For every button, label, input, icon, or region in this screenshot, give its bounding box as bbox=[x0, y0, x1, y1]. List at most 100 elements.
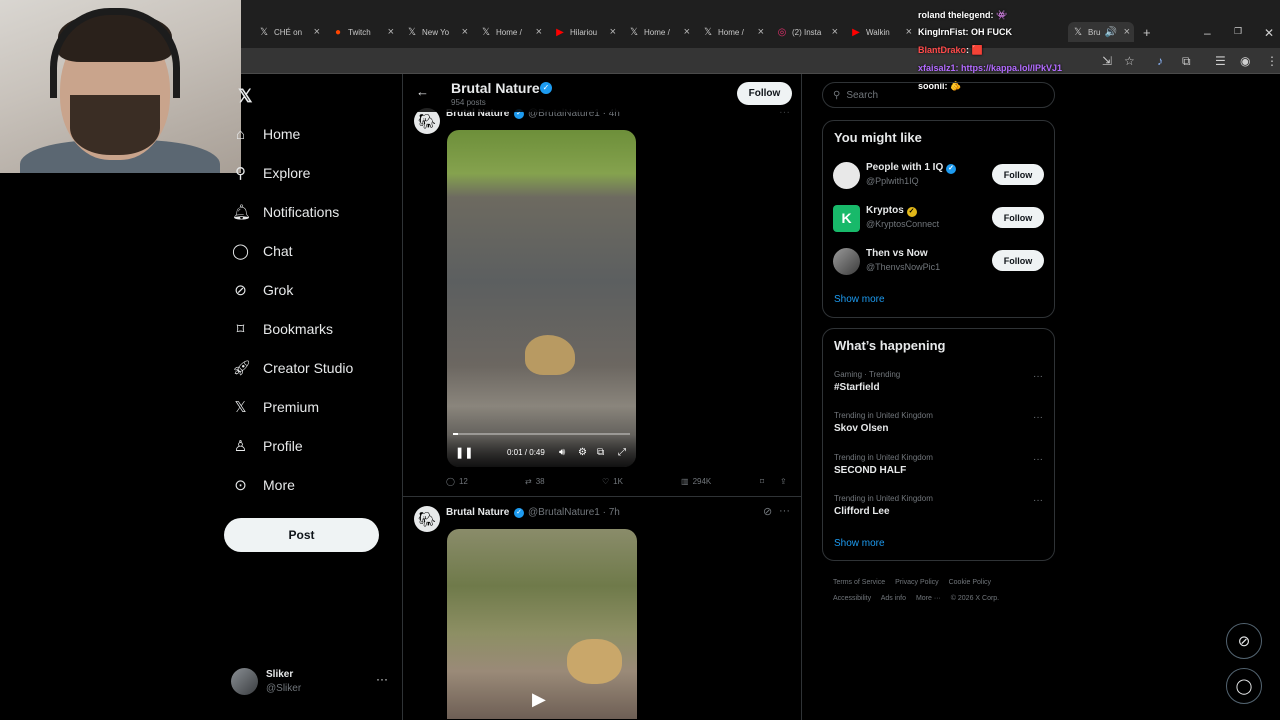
more-icon[interactable]: ··· bbox=[1033, 454, 1043, 465]
follow-button[interactable]: Follow bbox=[737, 82, 792, 105]
pause-icon[interactable]: ❚❚ bbox=[455, 446, 473, 459]
nav-profile[interactable]: ♙ Profile bbox=[232, 434, 303, 458]
tweet-video[interactable]: ❚❚ 0:01 / 0:49 🔊︎ ⚙ ⧉ ⤢ bbox=[447, 130, 636, 467]
show-more-link[interactable]: Show more bbox=[834, 294, 885, 305]
close-icon[interactable]: × bbox=[1124, 26, 1130, 38]
browser-tab-active[interactable]: 𝕏 Bru 🔊 × bbox=[1068, 22, 1134, 42]
volume-icon[interactable]: 🔊︎ bbox=[559, 447, 565, 458]
grok-icon[interactable]: ⊘ bbox=[763, 505, 772, 518]
search-icon: ⚲ bbox=[235, 165, 246, 182]
window-close-icon[interactable]: ✕ bbox=[1264, 26, 1274, 40]
browser-tab[interactable]: 𝕏 Home / × bbox=[628, 22, 690, 42]
footer-link[interactable]: Terms of Service bbox=[833, 579, 885, 586]
nav-chat[interactable]: ◯ Chat bbox=[232, 239, 292, 263]
reddit-icon: ● bbox=[334, 26, 342, 38]
bookmark-icon[interactable]: ⌑ bbox=[760, 477, 764, 486]
restore-icon[interactable]: ❐ bbox=[1234, 26, 1242, 37]
account-switcher[interactable]: Sliker @Sliker ··· bbox=[231, 668, 391, 696]
avatar[interactable] bbox=[833, 162, 860, 189]
suggestion-name[interactable]: People with 1 IQ ✓ bbox=[866, 162, 957, 174]
browser-tab[interactable]: 𝕏 CHÉ on × bbox=[258, 22, 320, 42]
profile-icon[interactable]: ◉ bbox=[1240, 54, 1250, 68]
browser-tab[interactable]: 𝕏 Home / × bbox=[480, 22, 542, 42]
close-icon[interactable]: × bbox=[388, 26, 394, 38]
post-button[interactable]: Post bbox=[224, 518, 379, 552]
play-icon[interactable]: ▶ bbox=[532, 689, 546, 710]
media-icon[interactable]: ♪ bbox=[1157, 54, 1163, 68]
elephant-avatar-icon[interactable]: 🐘︎ bbox=[414, 506, 440, 532]
browser-tab[interactable]: 𝕏 Home / × bbox=[702, 22, 764, 42]
repost-button[interactable]: ⇄ 38 bbox=[525, 477, 545, 486]
footer-link[interactable]: Accessibility bbox=[833, 595, 871, 602]
footer-link[interactable]: More ··· bbox=[916, 595, 941, 602]
nav-home[interactable]: ⌂ Home bbox=[232, 122, 300, 146]
close-icon[interactable]: × bbox=[906, 26, 912, 38]
footer-link[interactable]: Ads info bbox=[881, 595, 906, 602]
kryptos-logo-icon[interactable]: K bbox=[833, 205, 860, 232]
bell-icon: 🔔︎ bbox=[232, 204, 252, 221]
nav-more[interactable]: ⊙ More bbox=[232, 473, 295, 497]
footer-link[interactable]: Privacy Policy bbox=[895, 579, 939, 586]
video-progress-bar[interactable] bbox=[453, 433, 630, 435]
browser-tab[interactable]: ◎ (2) Insta × bbox=[776, 22, 838, 42]
new-tab-button[interactable]: + bbox=[1143, 22, 1157, 42]
more-icon[interactable]: ··· bbox=[376, 672, 388, 686]
extensions-icon[interactable]: ⧉ bbox=[1182, 54, 1191, 69]
nav-explore[interactable]: ⚲ Explore bbox=[232, 161, 310, 185]
close-icon[interactable]: × bbox=[832, 26, 838, 38]
close-icon[interactable]: × bbox=[684, 26, 690, 38]
nav-bookmarks[interactable]: ⌑ Bookmarks bbox=[232, 317, 333, 341]
you-might-like-card: You might like People with 1 IQ ✓ @Pplwi… bbox=[822, 120, 1055, 318]
back-arrow-icon[interactable]: ← bbox=[416, 84, 429, 99]
suggestion-name[interactable]: Kryptos ✓ bbox=[866, 205, 917, 217]
chat-user: BlantDrako bbox=[918, 45, 967, 55]
x-logo[interactable]: 𝕏 bbox=[238, 86, 253, 107]
tweet-author[interactable]: Brutal Nature bbox=[446, 507, 509, 518]
footer-link[interactable]: Cookie Policy bbox=[949, 579, 991, 586]
search-input[interactable]: ⚲ Search bbox=[822, 82, 1055, 108]
menu-icon[interactable]: ⋮ bbox=[1266, 54, 1278, 68]
minimize-icon[interactable]: – bbox=[1204, 26, 1211, 40]
close-icon[interactable]: × bbox=[536, 26, 542, 38]
like-button[interactable]: ♡ 1K bbox=[602, 477, 623, 486]
browser-tab[interactable]: 𝕏 New Yo × bbox=[406, 22, 468, 42]
nav-premium[interactable]: 𝕏 Premium bbox=[232, 395, 319, 419]
close-icon[interactable]: × bbox=[758, 26, 764, 38]
grok-float-button[interactable]: ⊘ bbox=[1226, 623, 1262, 659]
more-icon[interactable]: ··· bbox=[779, 505, 790, 517]
more-icon[interactable]: ··· bbox=[1033, 495, 1043, 506]
avatar bbox=[231, 668, 258, 695]
avatar[interactable] bbox=[833, 248, 860, 275]
x-icon: 𝕏 bbox=[481, 26, 491, 38]
suggestion-name[interactable]: Then vs Now bbox=[866, 248, 928, 259]
close-icon[interactable]: × bbox=[462, 26, 468, 38]
chat-float-button[interactable]: ◯ bbox=[1226, 668, 1262, 704]
install-icon[interactable]: ⇲ bbox=[1102, 54, 1112, 68]
more-icon[interactable]: ··· bbox=[1033, 412, 1043, 423]
pip-icon[interactable]: ⧉ bbox=[597, 447, 604, 458]
nav-creator-studio[interactable]: 🚀︎ Creator Studio bbox=[232, 356, 353, 380]
nav-notifications[interactable]: 🔔︎ Notifications bbox=[232, 200, 339, 224]
fullscreen-icon[interactable]: ⤢ bbox=[618, 447, 626, 458]
close-icon[interactable]: × bbox=[314, 26, 320, 38]
follow-button[interactable]: Follow bbox=[992, 250, 1044, 271]
views-button[interactable]: ▥ 294K bbox=[681, 477, 711, 486]
show-more-link[interactable]: Show more bbox=[834, 538, 885, 549]
chat-message: KingIrnFist: OH FUCK bbox=[918, 27, 1012, 37]
close-icon[interactable]: × bbox=[610, 26, 616, 38]
more-icon[interactable]: ··· bbox=[1033, 371, 1043, 382]
sidebar-icon[interactable]: ☰ bbox=[1215, 54, 1226, 68]
share-icon[interactable]: ⇪ bbox=[780, 477, 787, 486]
browser-tab[interactable]: ▶ Hilariou × bbox=[554, 22, 616, 42]
settings-icon[interactable]: ⚙ bbox=[578, 447, 587, 458]
star-icon[interactable]: ☆ bbox=[1124, 54, 1135, 68]
follow-button[interactable]: Follow bbox=[992, 207, 1044, 228]
reply-button[interactable]: ◯ 12 bbox=[446, 477, 468, 486]
heart-icon: ♡ bbox=[602, 477, 610, 486]
browser-tab[interactable]: ▶ Walkin × bbox=[850, 22, 912, 42]
nav-grok[interactable]: ⊘ Grok bbox=[232, 278, 293, 302]
tweet-video[interactable]: ▶ bbox=[447, 529, 637, 719]
verified-badge-icon: ✓ bbox=[540, 82, 552, 94]
follow-button[interactable]: Follow bbox=[992, 164, 1044, 185]
browser-tab[interactable]: ● Twitch × bbox=[332, 22, 394, 42]
